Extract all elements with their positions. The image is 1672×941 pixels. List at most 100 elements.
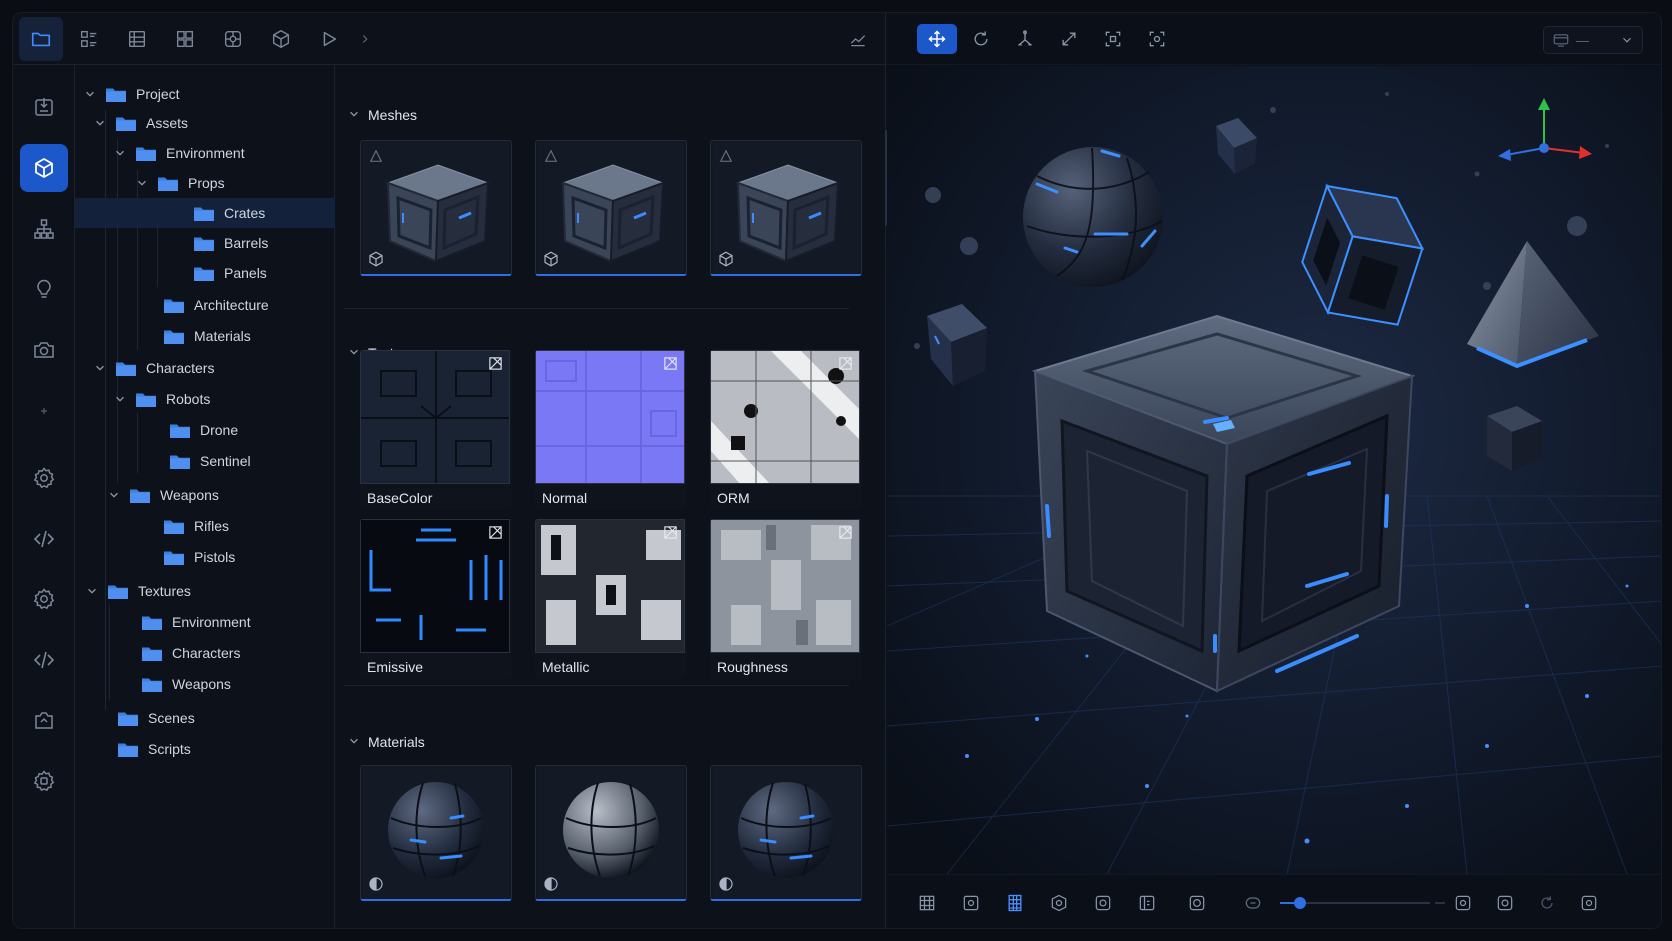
material-card[interactable] <box>535 765 687 901</box>
texture-label: BaseColor <box>367 490 433 506</box>
material-card[interactable] <box>710 765 862 901</box>
section-toggle[interactable] <box>348 107 360 123</box>
zoom-slider-end <box>1435 902 1445 904</box>
sidebar-item-hierarchy[interactable] <box>20 205 68 253</box>
folder-view-button[interactable] <box>19 16 63 61</box>
rotate-tool-button[interactable] <box>961 24 1001 54</box>
zoom-out-button[interactable] <box>1235 885 1271 921</box>
chevron-down-icon <box>350 738 358 744</box>
section-toggle[interactable] <box>348 734 360 750</box>
sidebar-item-plugins[interactable] <box>20 575 68 623</box>
sidebar-item-import[interactable] <box>20 83 68 131</box>
tree-item[interactable]: Scenes <box>75 703 335 733</box>
texture-card[interactable]: Emissive <box>360 519 512 679</box>
folder-icon <box>106 88 126 102</box>
sidebar-item-capture[interactable] <box>20 696 68 744</box>
tree-item[interactable]: Pistols <box>75 542 335 572</box>
section-toggle[interactable] <box>348 345 360 361</box>
tree-item-label: Weapons <box>172 676 231 692</box>
move-tool-button[interactable] <box>917 23 957 54</box>
focus-button[interactable] <box>1041 885 1077 921</box>
tree-item[interactable]: Assets <box>75 108 335 138</box>
zoom-fit-button[interactable] <box>1445 885 1481 921</box>
sidebar-item-assets[interactable] <box>20 144 68 192</box>
tree-item[interactable]: Environment <box>75 607 335 637</box>
zoom-slider-thumb[interactable] <box>1293 897 1306 909</box>
tree-item[interactable]: Weapons <box>75 480 335 510</box>
rect-tool-button[interactable] <box>1093 24 1133 54</box>
collapse-button[interactable] <box>844 25 872 53</box>
pivot-tool-button[interactable] <box>1005 24 1045 54</box>
overlay-button[interactable] <box>1487 885 1523 921</box>
sidebar-item-extensions[interactable] <box>20 757 68 805</box>
tree-item-label: Barrels <box>224 235 269 251</box>
more-tools-button[interactable] <box>355 17 375 61</box>
play-button[interactable] <box>307 17 351 61</box>
expand-toggle[interactable] <box>85 584 99 598</box>
tree-item[interactable]: Weapons <box>75 669 335 699</box>
grid-view-button[interactable] <box>163 17 207 61</box>
texture-card[interactable]: Metallic <box>535 519 687 679</box>
tree-item[interactable]: Barrels <box>75 228 335 258</box>
capture-icon <box>35 712 53 729</box>
sidebar-item-camera[interactable] <box>20 326 68 374</box>
view-mode-dropdown[interactable]: — <box>1543 26 1643 54</box>
tree-item[interactable]: Robots <box>75 384 335 414</box>
rows-icon <box>128 30 146 47</box>
expand-toggle[interactable] <box>83 87 97 101</box>
folder-icon <box>164 299 184 313</box>
tree-item[interactable]: Drone <box>75 415 335 445</box>
tree-item[interactable]: Panels <box>75 258 335 288</box>
frame-button[interactable] <box>1085 885 1121 921</box>
sidebar-item-lighting[interactable] <box>20 265 68 313</box>
tree-item[interactable]: Characters <box>75 638 335 668</box>
texture-card[interactable]: Roughness <box>710 519 862 679</box>
mesh-card[interactable] <box>535 140 687 276</box>
layout-button[interactable] <box>1129 885 1165 921</box>
transform-tool-button[interactable] <box>1137 24 1177 54</box>
expand-toggle[interactable] <box>113 146 127 160</box>
material-card[interactable] <box>360 765 512 901</box>
tree-item[interactable]: Environment <box>75 138 335 168</box>
tree-item[interactable]: Characters <box>75 353 335 383</box>
wireframe-button[interactable] <box>997 885 1033 921</box>
mesh-card[interactable] <box>360 140 512 276</box>
component-button[interactable] <box>211 17 255 61</box>
mesh-card[interactable] <box>710 140 862 276</box>
screenshot-button[interactable] <box>1179 885 1215 921</box>
meshes-section-header[interactable]: Meshes <box>348 103 417 127</box>
tree-item[interactable]: Sentinel <box>75 446 335 476</box>
tree-item[interactable]: Props <box>75 168 335 198</box>
expand-toggle[interactable] <box>107 488 121 502</box>
tree-item[interactable]: Crates <box>75 198 335 228</box>
tree-item[interactable]: Textures <box>75 576 335 606</box>
texture-card[interactable]: BaseColor <box>360 350 512 510</box>
expand-toggle[interactable] <box>93 116 107 130</box>
mesh-filter-button[interactable] <box>259 17 303 61</box>
sidebar-item-code[interactable] <box>20 515 68 563</box>
snap-button[interactable] <box>953 885 989 921</box>
grid-toggle-button[interactable] <box>909 885 945 921</box>
tree-item[interactable]: Rifles <box>75 511 335 541</box>
materials-section-header[interactable]: Materials <box>348 730 425 754</box>
texture-card[interactable]: ORM <box>710 350 862 510</box>
tree-item[interactable]: Scripts <box>75 734 335 764</box>
3d-viewport[interactable] <box>887 66 1661 874</box>
texture-card[interactable]: Normal <box>535 350 687 510</box>
fullscreen-button[interactable] <box>1571 885 1607 921</box>
tree-item[interactable]: Project <box>75 79 335 109</box>
expand-toggle[interactable] <box>113 392 127 406</box>
sidebar-item-add[interactable] <box>20 387 68 435</box>
expand-toggle[interactable] <box>135 176 149 190</box>
sidebar-item-scripts[interactable] <box>20 636 68 684</box>
tree-item[interactable]: Materials <box>75 321 335 351</box>
texture-type-icon <box>839 526 852 539</box>
rows-view-button[interactable] <box>115 17 159 61</box>
expand-toggle[interactable] <box>93 361 107 375</box>
tree-item[interactable]: Architecture <box>75 290 335 320</box>
reset-view-button[interactable] <box>1529 885 1565 921</box>
list-view-button[interactable] <box>67 17 111 61</box>
sidebar-item-settings[interactable] <box>20 454 68 502</box>
texture-thumbnail <box>710 519 860 653</box>
scale-tool-button[interactable] <box>1049 24 1089 54</box>
